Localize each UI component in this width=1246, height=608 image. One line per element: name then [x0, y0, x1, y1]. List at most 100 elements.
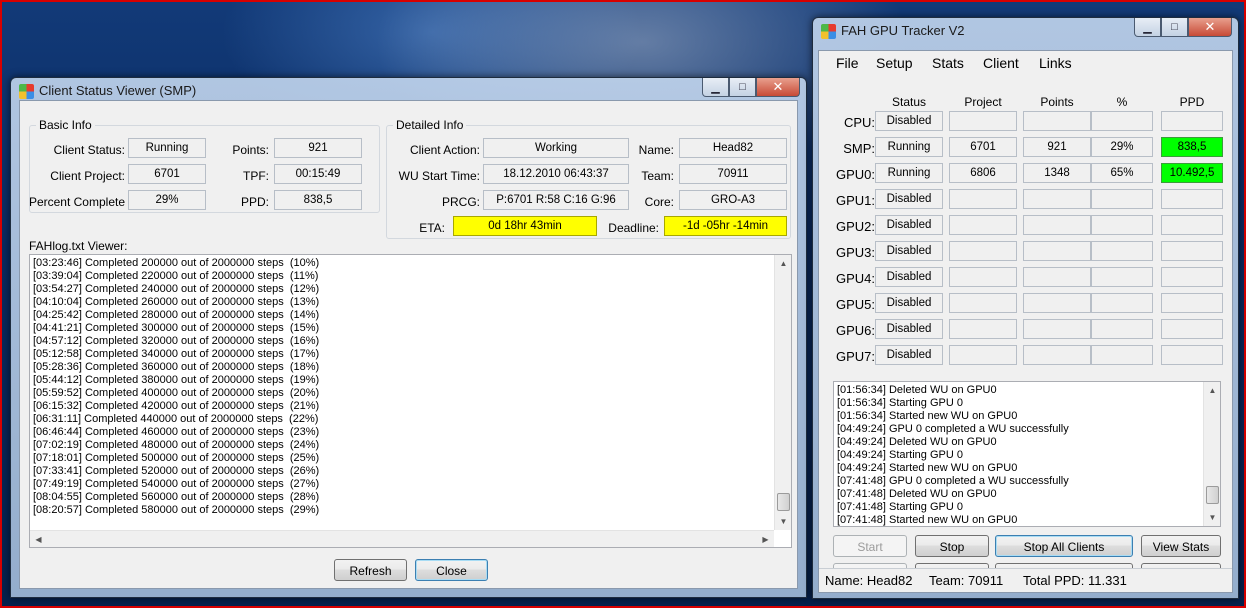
fahlog-textbox[interactable]: [03:23:46] Completed 200000 out of 20000…	[29, 254, 792, 548]
row-label: GPU1:	[835, 193, 875, 208]
minimize-icon: ▁	[1143, 21, 1152, 34]
log-line: [08:04:55] Completed 560000 out of 20000…	[33, 491, 320, 503]
ppd-value: 838,5	[274, 190, 362, 210]
cell-percent	[1091, 319, 1153, 339]
tracker-log-textbox[interactable]: [01:56:34] Deleted WU on GPU0 [01:56:34] …	[833, 381, 1221, 527]
cell-percent	[1091, 241, 1153, 261]
client-action-label: Client Action:	[409, 143, 480, 157]
row-label: GPU5:	[835, 297, 875, 312]
log-line: [04:10:04] Completed 260000 out of 20000…	[33, 296, 320, 308]
close-icon: ✕	[1204, 19, 1216, 34]
cell-ppd	[1161, 293, 1223, 313]
close-button[interactable]: Close	[415, 559, 488, 581]
cell-points	[1023, 215, 1091, 235]
scroll-down-icon[interactable]: ▼	[775, 513, 791, 530]
percent-complete-value: 29%	[128, 190, 206, 210]
column-ppd: PPD	[1179, 95, 1205, 109]
log-line: [07:02:19] Completed 480000 out of 20000…	[33, 439, 320, 451]
tracker-close-button[interactable]: ✕	[1188, 18, 1232, 37]
refresh-button[interactable]: Refresh	[334, 559, 407, 581]
close-icon: ✕	[772, 79, 784, 94]
log-line: [04:25:42] Completed 280000 out of 20000…	[33, 309, 320, 321]
stop-all-clients-button[interactable]: Stop All Clients	[995, 535, 1133, 557]
scroll-left-icon[interactable]: ◀	[30, 531, 47, 547]
scroll-up-icon[interactable]: ▲	[775, 255, 791, 272]
cell-status: Running	[875, 163, 943, 183]
cell-ppd: 10.492,5	[1161, 163, 1223, 183]
cell-ppd	[1161, 215, 1223, 235]
column-percent: %	[1116, 95, 1128, 109]
cell-status: Disabled	[875, 241, 943, 261]
maximize-button[interactable]: □	[729, 78, 756, 97]
cell-project	[949, 189, 1017, 209]
cell-ppd	[1161, 111, 1223, 131]
log-line: [04:49:24] Started new WU on GPU0	[837, 462, 1018, 474]
stop-button[interactable]: Stop	[915, 535, 989, 557]
client-action-value: Working	[483, 138, 629, 158]
cell-points: 921	[1023, 137, 1091, 157]
cell-project	[949, 215, 1017, 235]
row-label: CPU:	[843, 115, 875, 130]
cell-points: 1348	[1023, 163, 1091, 183]
row-label: GPU0:	[835, 167, 875, 182]
cell-status: Disabled	[875, 111, 943, 131]
core-value: GRO-A3	[679, 190, 787, 210]
tpf-label: TPF:	[243, 169, 269, 183]
column-status: Status	[891, 95, 927, 109]
close-window-button[interactable]: ✕	[756, 78, 800, 97]
tracker-minimize-button[interactable]: ▁	[1134, 18, 1161, 37]
log-line: [08:20:57] Completed 580000 out of 20000…	[33, 504, 320, 516]
tracker-grid: Status Project Points % PPD CPU: Disabled…	[819, 51, 1232, 371]
log-line: [04:57:12] Completed 320000 out of 20000…	[33, 335, 320, 347]
log-line: [07:41:48] Deleted WU on GPU0	[837, 488, 997, 500]
cell-project	[949, 319, 1017, 339]
cell-project	[949, 241, 1017, 261]
cell-percent: 29%	[1091, 137, 1153, 157]
horizontal-scrollbar[interactable]: ◀ ▶	[30, 530, 774, 547]
tracker-maximize-button[interactable]: □	[1161, 18, 1188, 37]
cell-project	[949, 267, 1017, 287]
tracker-vertical-scrollbar[interactable]: ▲ ▼	[1203, 382, 1220, 526]
log-line: [01:56:34] Deleted WU on GPU0	[837, 384, 997, 396]
log-line: [07:41:48] Starting GPU 0	[837, 501, 963, 513]
row-label: GPU2:	[835, 219, 875, 234]
tracker-title-bar[interactable]: FAH GPU Tracker V2 ▁ □ ✕	[813, 18, 1238, 44]
cell-project: 6806	[949, 163, 1017, 183]
scroll-right-icon[interactable]: ▶	[757, 531, 774, 547]
view-stats-button[interactable]: View Stats	[1141, 535, 1221, 557]
cell-status: Disabled	[875, 293, 943, 313]
client-status-value: Running	[128, 138, 206, 158]
status-bar: Name: Head82 Team: 70911 Total PPD: 11.3…	[819, 568, 1232, 592]
log-line: [01:56:34] Started new WU on GPU0	[837, 410, 1018, 422]
row-label: GPU7:	[835, 349, 875, 364]
cell-points	[1023, 241, 1091, 261]
log-line: [05:28:36] Completed 360000 out of 20000…	[33, 361, 320, 373]
tracker-app-icon	[821, 24, 836, 39]
cell-points	[1023, 189, 1091, 209]
basic-info-title: Basic Info	[36, 118, 95, 132]
prcg-value: P:6701 R:58 C:16 G:96	[483, 190, 629, 210]
log-line: [07:33:41] Completed 520000 out of 20000…	[33, 465, 320, 477]
row-label: GPU4:	[835, 271, 875, 286]
team-label: Team:	[641, 169, 674, 183]
scroll-down-icon[interactable]: ▼	[1204, 509, 1220, 526]
minimize-button[interactable]: ▁	[702, 78, 729, 97]
log-line: [05:44:12] Completed 380000 out of 20000…	[33, 374, 320, 386]
cell-points	[1023, 267, 1091, 287]
name-value: Head82	[679, 138, 787, 158]
scroll-thumb[interactable]	[777, 493, 790, 511]
vertical-scrollbar[interactable]: ▲ ▼	[774, 255, 791, 530]
deadline-value: -1d -05hr -14min	[664, 216, 787, 236]
detailed-info-group: Detailed Info Client Action: Working WU …	[386, 118, 791, 239]
tracker-scroll-thumb[interactable]	[1206, 486, 1219, 504]
fah-app-icon	[19, 84, 34, 99]
log-line: [04:49:24] GPU 0 completed a WU successf…	[837, 423, 1069, 435]
scroll-up-icon[interactable]: ▲	[1204, 382, 1220, 399]
start-button[interactable]: Start	[833, 535, 907, 557]
status-name: Name: Head82	[825, 573, 913, 588]
minimize-icon: ▁	[711, 81, 720, 94]
basic-info-group: Basic Info Client Status: Running Client…	[29, 118, 380, 213]
row-label: GPU3:	[835, 245, 875, 260]
client-status-label: Client Status:	[53, 143, 125, 157]
log-line: [06:31:11] Completed 440000 out of 20000…	[33, 413, 319, 425]
